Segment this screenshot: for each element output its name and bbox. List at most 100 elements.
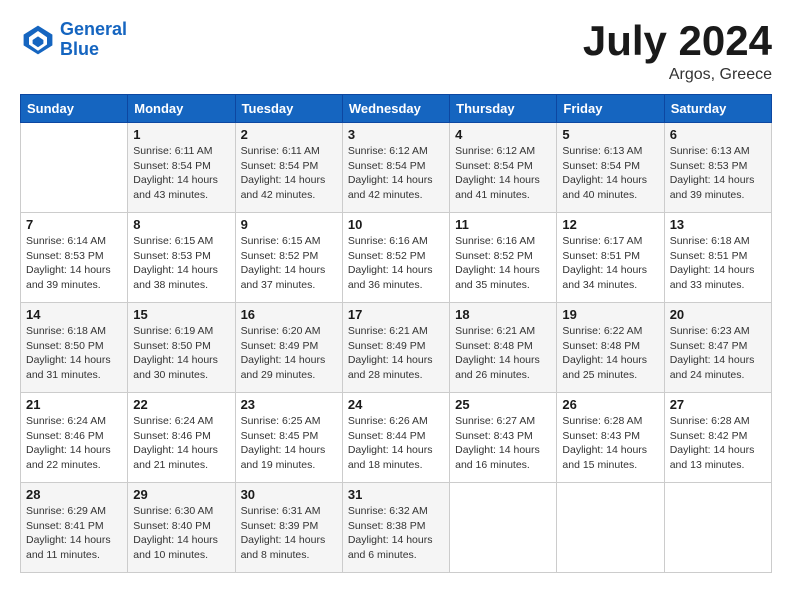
day-info: Sunrise: 6:30 AMSunset: 8:40 PMDaylight:… <box>133 504 229 563</box>
day-info: Sunrise: 6:17 AMSunset: 8:51 PMDaylight:… <box>562 234 658 293</box>
day-number: 17 <box>348 307 444 322</box>
day-info: Sunrise: 6:28 AMSunset: 8:42 PMDaylight:… <box>670 414 766 473</box>
day-info: Sunrise: 6:12 AMSunset: 8:54 PMDaylight:… <box>348 144 444 203</box>
calendar-week-3: 14Sunrise: 6:18 AMSunset: 8:50 PMDayligh… <box>21 303 772 393</box>
calendar-cell: 9Sunrise: 6:15 AMSunset: 8:52 PMDaylight… <box>235 213 342 303</box>
day-number: 6 <box>670 127 766 142</box>
day-number: 22 <box>133 397 229 412</box>
header-row: SundayMondayTuesdayWednesdayThursdayFrid… <box>21 95 772 123</box>
calendar-cell: 7Sunrise: 6:14 AMSunset: 8:53 PMDaylight… <box>21 213 128 303</box>
day-info: Sunrise: 6:21 AMSunset: 8:48 PMDaylight:… <box>455 324 551 383</box>
calendar-table: SundayMondayTuesdayWednesdayThursdayFrid… <box>20 94 772 573</box>
day-number: 27 <box>670 397 766 412</box>
day-info: Sunrise: 6:26 AMSunset: 8:44 PMDaylight:… <box>348 414 444 473</box>
day-info: Sunrise: 6:27 AMSunset: 8:43 PMDaylight:… <box>455 414 551 473</box>
calendar-cell: 20Sunrise: 6:23 AMSunset: 8:47 PMDayligh… <box>664 303 771 393</box>
day-info: Sunrise: 6:20 AMSunset: 8:49 PMDaylight:… <box>241 324 337 383</box>
day-number: 13 <box>670 217 766 232</box>
calendar-cell: 19 Sunrise: 6:22 AMSunset: 8:48 PMDayligh… <box>557 303 664 393</box>
day-info: Sunrise: 6:22 AMSunset: 8:48 PMDaylight:… <box>562 324 658 383</box>
calendar-cell: 2 Sunrise: 6:11 AMSunset: 8:54 PMDaylight… <box>235 123 342 213</box>
day-info: Sunrise: 6:16 AMSunset: 8:52 PMDaylight:… <box>348 234 444 293</box>
calendar-cell: 6 Sunrise: 6:13 AMSunset: 8:53 PMDaylight… <box>664 123 771 213</box>
day-info: Sunrise: 6:12 AMSunset: 8:54 PMDaylight:… <box>455 144 551 203</box>
calendar-cell: 30 Sunrise: 6:31 AMSunset: 8:39 PMDayligh… <box>235 483 342 573</box>
day-info: Sunrise: 6:23 AMSunset: 8:47 PMDaylight:… <box>670 324 766 383</box>
day-number: 19 <box>562 307 658 322</box>
day-info: Sunrise: 6:21 AMSunset: 8:49 PMDaylight:… <box>348 324 444 383</box>
calendar-cell: 21Sunrise: 6:24 AMSunset: 8:46 PMDayligh… <box>21 393 128 483</box>
day-number: 29 <box>133 487 229 502</box>
calendar-cell <box>664 483 771 573</box>
calendar-week-5: 28 Sunrise: 6:29 AMSunset: 8:41 PMDayligh… <box>21 483 772 573</box>
day-number: 28 <box>26 487 122 502</box>
calendar-cell: 1 Sunrise: 6:11 AMSunset: 8:54 PMDaylight… <box>128 123 235 213</box>
day-number: 8 <box>133 217 229 232</box>
day-info: Sunrise: 6:29 AMSunset: 8:41 PMDaylight:… <box>26 504 122 563</box>
day-number: 11 <box>455 217 551 232</box>
day-number: 7 <box>26 217 122 232</box>
day-info: Sunrise: 6:11 AMSunset: 8:54 PMDaylight:… <box>241 144 337 203</box>
day-info: Sunrise: 6:15 AMSunset: 8:53 PMDaylight:… <box>133 234 229 293</box>
header-day-wednesday: Wednesday <box>342 95 449 123</box>
day-number: 16 <box>241 307 337 322</box>
day-number: 23 <box>241 397 337 412</box>
day-number: 10 <box>348 217 444 232</box>
day-info: Sunrise: 6:15 AMSunset: 8:52 PMDaylight:… <box>241 234 337 293</box>
day-number: 2 <box>241 127 337 142</box>
calendar-header: SundayMondayTuesdayWednesdayThursdayFrid… <box>21 95 772 123</box>
location-subtitle: Argos, Greece <box>583 66 772 84</box>
calendar-cell: 18 Sunrise: 6:21 AMSunset: 8:48 PMDayligh… <box>450 303 557 393</box>
calendar-cell: 16 Sunrise: 6:20 AMSunset: 8:49 PMDayligh… <box>235 303 342 393</box>
day-number: 5 <box>562 127 658 142</box>
header-day-sunday: Sunday <box>21 95 128 123</box>
header-day-thursday: Thursday <box>450 95 557 123</box>
header-day-tuesday: Tuesday <box>235 95 342 123</box>
day-number: 15 <box>133 307 229 322</box>
day-info: Sunrise: 6:25 AMSunset: 8:45 PMDaylight:… <box>241 414 337 473</box>
header-day-saturday: Saturday <box>664 95 771 123</box>
calendar-body: 1 Sunrise: 6:11 AMSunset: 8:54 PMDaylight… <box>21 123 772 573</box>
calendar-cell: 29 Sunrise: 6:30 AMSunset: 8:40 PMDayligh… <box>128 483 235 573</box>
day-number: 12 <box>562 217 658 232</box>
calendar-cell: 27 Sunrise: 6:28 AMSunset: 8:42 PMDayligh… <box>664 393 771 483</box>
calendar-cell: 4 Sunrise: 6:12 AMSunset: 8:54 PMDaylight… <box>450 123 557 213</box>
page-header: General Blue July 2024 Argos, Greece <box>20 20 772 84</box>
calendar-cell: 26 Sunrise: 6:28 AMSunset: 8:43 PMDayligh… <box>557 393 664 483</box>
logo-text: General Blue <box>60 20 127 60</box>
calendar-cell: 5 Sunrise: 6:13 AMSunset: 8:54 PMDaylight… <box>557 123 664 213</box>
day-info: Sunrise: 6:13 AMSunset: 8:53 PMDaylight:… <box>670 144 766 203</box>
day-info: Sunrise: 6:24 AMSunset: 8:46 PMDaylight:… <box>133 414 229 473</box>
day-number: 31 <box>348 487 444 502</box>
title-block: July 2024 Argos, Greece <box>583 20 772 84</box>
calendar-week-1: 1 Sunrise: 6:11 AMSunset: 8:54 PMDaylight… <box>21 123 772 213</box>
day-number: 26 <box>562 397 658 412</box>
header-day-friday: Friday <box>557 95 664 123</box>
calendar-cell: 10 Sunrise: 6:16 AMSunset: 8:52 PMDayligh… <box>342 213 449 303</box>
calendar-cell: 3 Sunrise: 6:12 AMSunset: 8:54 PMDaylight… <box>342 123 449 213</box>
day-number: 24 <box>348 397 444 412</box>
day-info: Sunrise: 6:24 AMSunset: 8:46 PMDaylight:… <box>26 414 122 473</box>
day-info: Sunrise: 6:11 AMSunset: 8:54 PMDaylight:… <box>133 144 229 203</box>
logo: General Blue <box>20 20 127 60</box>
day-info: Sunrise: 6:31 AMSunset: 8:39 PMDaylight:… <box>241 504 337 563</box>
day-number: 18 <box>455 307 551 322</box>
calendar-cell: 8 Sunrise: 6:15 AMSunset: 8:53 PMDaylight… <box>128 213 235 303</box>
calendar-cell: 23 Sunrise: 6:25 AMSunset: 8:45 PMDayligh… <box>235 393 342 483</box>
day-info: Sunrise: 6:28 AMSunset: 8:43 PMDaylight:… <box>562 414 658 473</box>
day-number: 1 <box>133 127 229 142</box>
calendar-cell: 14Sunrise: 6:18 AMSunset: 8:50 PMDayligh… <box>21 303 128 393</box>
calendar-week-4: 21Sunrise: 6:24 AMSunset: 8:46 PMDayligh… <box>21 393 772 483</box>
day-number: 14 <box>26 307 122 322</box>
logo-icon <box>20 22 56 58</box>
day-info: Sunrise: 6:32 AMSunset: 8:38 PMDaylight:… <box>348 504 444 563</box>
day-number: 3 <box>348 127 444 142</box>
calendar-cell: 22 Sunrise: 6:24 AMSunset: 8:46 PMDayligh… <box>128 393 235 483</box>
day-number: 30 <box>241 487 337 502</box>
calendar-cell: 13Sunrise: 6:18 AMSunset: 8:51 PMDayligh… <box>664 213 771 303</box>
day-info: Sunrise: 6:13 AMSunset: 8:54 PMDaylight:… <box>562 144 658 203</box>
month-year-title: July 2024 <box>583 20 772 62</box>
day-number: 4 <box>455 127 551 142</box>
calendar-cell: 15Sunrise: 6:19 AMSunset: 8:50 PMDayligh… <box>128 303 235 393</box>
calendar-cell <box>21 123 128 213</box>
